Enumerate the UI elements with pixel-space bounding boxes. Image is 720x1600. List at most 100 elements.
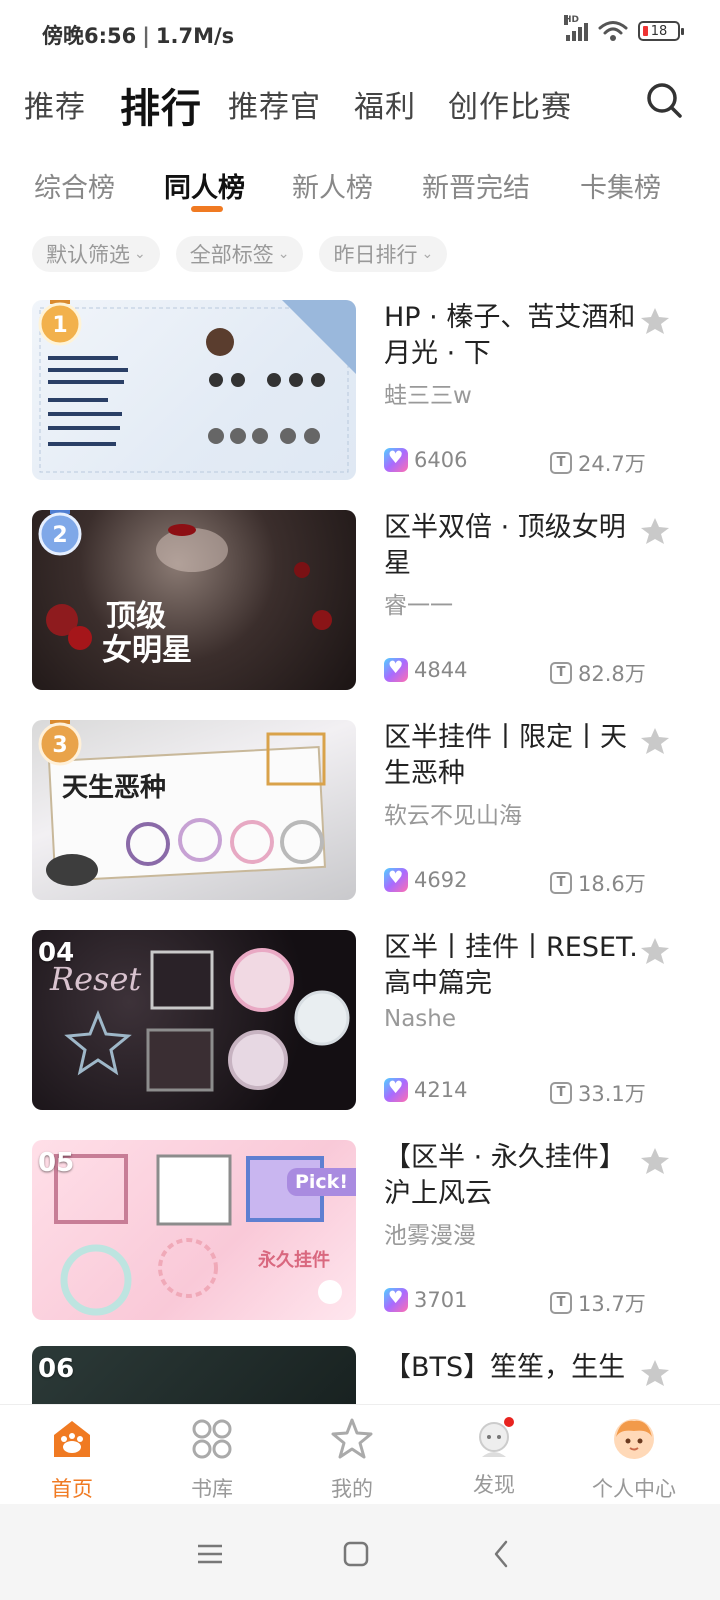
pick-badge: Pick! [286, 1168, 356, 1196]
battery-level: 18 [650, 23, 668, 39]
tab-welfare[interactable]: 福利 [354, 82, 416, 126]
rank-number: 04 [38, 938, 75, 968]
list-item[interactable]: 顶级 女明星 2 区半双倍 · 顶级女明星 睿一一 4844 T 82.8万 [0, 510, 720, 690]
cover-image[interactable]: 06 [32, 1346, 356, 1404]
nav-mine[interactable]: 我的 [302, 1417, 402, 1503]
heart-icon [384, 1288, 408, 1312]
likes-value: 4844 [414, 658, 468, 682]
filter-yesterday-ranking[interactable]: 昨日排行 ⌄ [319, 236, 448, 272]
sub-tab-newcomer[interactable]: 新人榜 [292, 166, 373, 205]
sub-tab-fanfic[interactable]: 同人榜 [164, 166, 245, 205]
clock-text: 傍晚6:56 [42, 24, 137, 48]
system-nav-bar [0, 1504, 720, 1600]
author-name[interactable]: 蛙三三w [384, 376, 472, 410]
reads-value: 24.7万 [578, 452, 646, 476]
cover-image[interactable]: Reset 04 [32, 930, 356, 1110]
svg-text:女明星: 女明星 [102, 633, 192, 668]
likes-value: 6406 [414, 448, 468, 472]
list-item[interactable]: 06 【BTS】笙笙，生生 [0, 1346, 720, 1404]
reads-value: 13.7万 [578, 1292, 646, 1316]
author-name[interactable]: 池雾漫漫 [384, 1216, 476, 1250]
ranking-sub-tabs: 综合榜 同人榜 新人榜 新晋完结 卡集榜 [0, 160, 720, 220]
likes-count: 4692 [384, 868, 467, 892]
list-item[interactable]: 天生恶种 3 区半挂件丨限定丨天生恶种 软云不见山海 4692 T 18.6万 [0, 720, 720, 900]
reads-count: T 24.7万 [550, 448, 646, 478]
chevron-down-icon: ⌄ [134, 246, 146, 262]
bronze-medal-icon: 3 [38, 720, 82, 766]
search-icon[interactable] [644, 80, 684, 120]
nav-mine-label: 我的 [331, 1477, 373, 1501]
nav-home-label: 首页 [51, 1477, 93, 1501]
star-icon[interactable] [640, 936, 670, 966]
star-icon[interactable] [640, 726, 670, 756]
top-nav: 推荐 排行 推荐官 福利 创作比赛 [0, 70, 720, 132]
author-name[interactable]: Nashe [384, 1006, 456, 1032]
work-title[interactable]: 【区半 · 永久挂件】沪上风云 [384, 1140, 638, 1212]
work-title[interactable]: 【BTS】笙笙，生生 [384, 1350, 638, 1386]
heart-icon [384, 868, 408, 892]
nav-library[interactable]: 书库 [162, 1417, 262, 1503]
cover-artwork: Reset [49, 948, 350, 1092]
item-stats: 3701 T 13.7万 [384, 1288, 654, 1318]
work-title[interactable]: HP · 榛子、苦艾酒和月光 · 下 [384, 300, 638, 372]
sub-tab-card-collection[interactable]: 卡集榜 [580, 166, 661, 205]
reads-value: 82.8万 [578, 662, 646, 686]
avatar [614, 1419, 654, 1459]
sub-tab-overall[interactable]: 综合榜 [34, 166, 115, 205]
filter-bar: 默认筛选 ⌄ 全部标签 ⌄ 昨日排行 ⌄ [32, 236, 448, 272]
chevron-down-icon: ⌄ [277, 246, 290, 262]
cover-image[interactable]: 永久挂件 05 Pick! [32, 1140, 356, 1320]
reads-count: T 18.6万 [550, 868, 646, 898]
home-square-icon[interactable] [336, 1534, 376, 1574]
status-icons: HD 18 [564, 15, 684, 42]
tab-creation-contest[interactable]: 创作比赛 [448, 82, 572, 126]
filter-default[interactable]: 默认筛选 ⌄ [32, 236, 160, 272]
cover-image[interactable]: 1 [32, 300, 356, 480]
work-title[interactable]: 区半挂件丨限定丨天生恶种 [384, 720, 638, 792]
reads-value: 33.1万 [578, 1082, 646, 1106]
hd-label: HD [564, 15, 580, 25]
reads-count: T 13.7万 [550, 1288, 646, 1318]
nav-discover-label: 发现 [473, 1473, 515, 1497]
star-icon[interactable] [640, 1146, 670, 1176]
cover-image[interactable]: 天生恶种 3 [32, 720, 356, 900]
filter-default-label: 默认筛选 [46, 243, 130, 267]
list-item[interactable]: 永久挂件 05 Pick! 【区半 · 永久挂件】沪上风云 池雾漫漫 3701 … [0, 1140, 720, 1320]
work-title[interactable]: 区半丨挂件丨RESET.高中篇完 [384, 930, 638, 1002]
tab-recommend[interactable]: 推荐 [24, 82, 86, 126]
likes-value: 4692 [414, 868, 468, 892]
filter-all-tags[interactable]: 全部标签 ⌄ [175, 236, 304, 272]
heart-icon [384, 658, 408, 682]
work-title[interactable]: 区半双倍 · 顶级女明星 [384, 510, 638, 582]
star-icon[interactable] [640, 306, 670, 336]
menu-icon[interactable] [190, 1534, 230, 1574]
network-speed: 1.7M/s [155, 24, 235, 48]
tab-recommender[interactable]: 推荐官 [228, 82, 321, 126]
rank-number: 2 [52, 523, 67, 548]
heart-icon [384, 1078, 408, 1102]
star-icon[interactable] [640, 1358, 670, 1388]
heart-icon [384, 448, 408, 472]
nav-home[interactable]: 首页 [22, 1417, 122, 1503]
author-name[interactable]: 睿一一 [384, 586, 453, 620]
sub-tab-new-completed[interactable]: 新晋完结 [422, 166, 530, 205]
back-icon[interactable] [482, 1534, 522, 1574]
author-name[interactable]: 软云不见山海 [384, 796, 522, 830]
list-item[interactable]: 1 HP · 榛子、苦艾酒和月光 · 下 蛙三三w 6406 T 24.7万 [0, 300, 720, 480]
signal-icon: HD [564, 15, 588, 41]
item-stats: 4844 T 82.8万 [384, 658, 654, 688]
tab-ranking[interactable]: 排行 [120, 76, 202, 134]
active-tab-indicator [191, 206, 223, 212]
ranking-list: 1 HP · 榛子、苦艾酒和月光 · 下 蛙三三w 6406 T 24.7万 顶级… [0, 300, 720, 1404]
item-stats: 6406 T 24.7万 [384, 448, 654, 478]
star-icon[interactable] [640, 516, 670, 546]
nav-profile-label: 个人中心 [592, 1477, 676, 1501]
cover-image[interactable]: 顶级 女明星 2 [32, 510, 356, 690]
list-item[interactable]: Reset 04 区半丨挂件丨RESET.高中篇完 Nashe 4214 T 33… [0, 930, 720, 1110]
text-icon: T [550, 662, 572, 684]
likes-count: 4844 [384, 658, 467, 682]
wifi-icon [598, 21, 628, 41]
nav-discover[interactable]: 发现 [444, 1417, 544, 1499]
nav-profile[interactable]: 个人中心 [584, 1417, 684, 1503]
likes-value: 4214 [414, 1078, 468, 1102]
